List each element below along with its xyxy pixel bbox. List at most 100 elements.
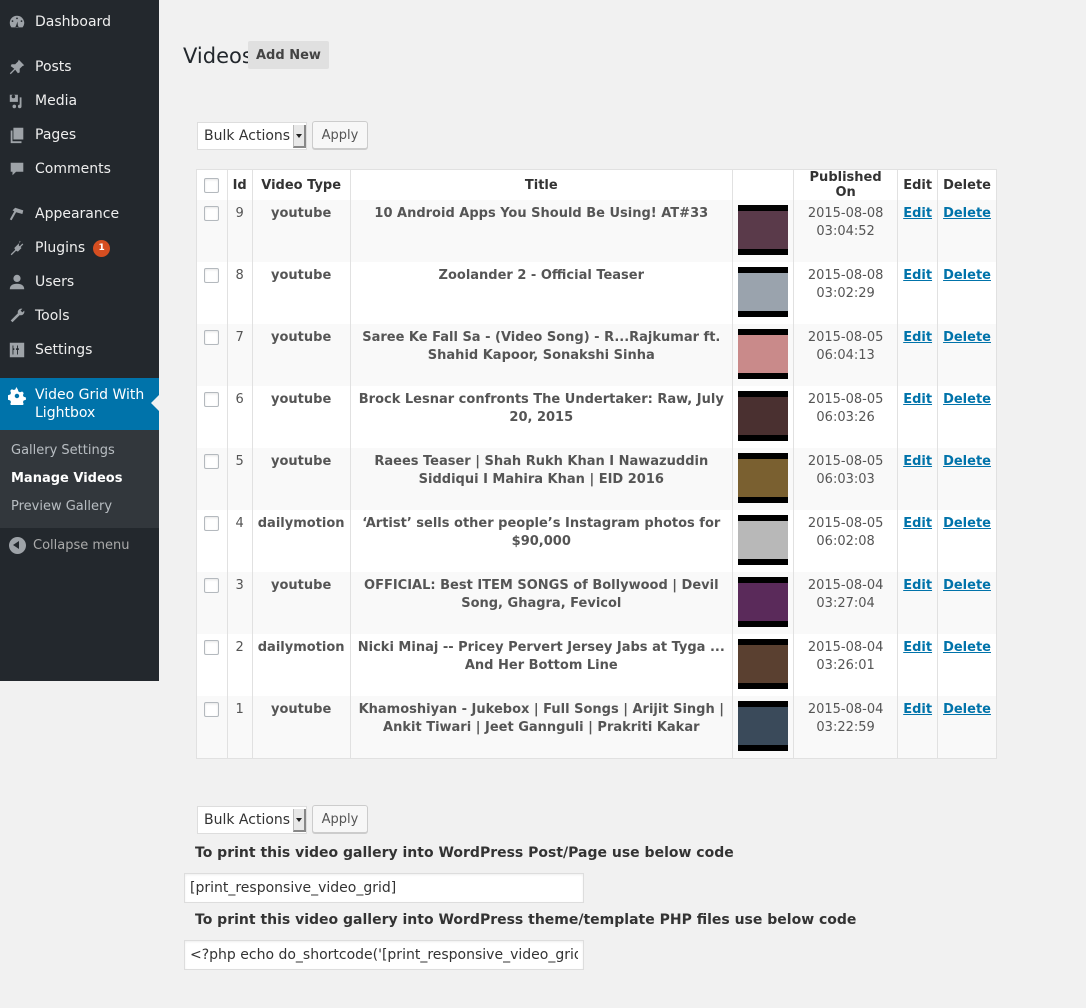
published-on: 2015-08-04 03:27:04 bbox=[793, 572, 898, 634]
video-thumbnail[interactable] bbox=[738, 701, 789, 751]
delete-cell: Delete bbox=[937, 386, 997, 448]
sidebar-item-media[interactable]: Media bbox=[0, 84, 159, 118]
edit-link[interactable]: Edit bbox=[903, 268, 932, 283]
delete-cell: Delete bbox=[937, 448, 997, 510]
sidebar-item-pages[interactable]: Pages bbox=[0, 118, 159, 152]
row-checkbox[interactable] bbox=[204, 268, 220, 283]
table-header-row: Id Video Type Title Published On Edit De… bbox=[196, 169, 997, 200]
sidebar-item-plugins[interactable]: Plugins 1 bbox=[0, 231, 159, 265]
edit-link[interactable]: Edit bbox=[903, 392, 932, 407]
select-all-header bbox=[196, 169, 228, 200]
published-date: 2015-08-05 bbox=[807, 330, 884, 345]
video-thumbnail[interactable] bbox=[738, 391, 789, 441]
table-row: 1 youtube Khamoshiyan - Jukebox | Full Son… bbox=[196, 696, 997, 758]
sidebar-item-label: Appearance bbox=[35, 206, 120, 222]
delete-cell: Delete bbox=[937, 324, 997, 386]
column-header-video-type[interactable]: Video Type bbox=[251, 169, 351, 200]
delete-link[interactable]: Delete bbox=[943, 640, 991, 655]
published-time: 06:04:13 bbox=[816, 348, 875, 363]
edit-link[interactable]: Edit bbox=[903, 578, 932, 593]
video-thumbnail[interactable] bbox=[738, 205, 789, 255]
row-checkbox[interactable] bbox=[204, 392, 220, 407]
delete-link[interactable]: Delete bbox=[943, 330, 991, 345]
delete-cell: Delete bbox=[937, 262, 997, 324]
column-header-id[interactable]: Id bbox=[226, 169, 253, 200]
delete-link[interactable]: Delete bbox=[943, 454, 991, 469]
edit-link[interactable]: Edit bbox=[903, 454, 932, 469]
published-time: 03:22:59 bbox=[816, 720, 875, 735]
video-thumbnail[interactable] bbox=[738, 577, 789, 627]
bulk-actions-select-bottom[interactable]: Bulk Actions bbox=[197, 806, 307, 834]
row-checkbox[interactable] bbox=[204, 206, 220, 221]
gear-icon bbox=[7, 386, 27, 406]
edit-link[interactable]: Edit bbox=[903, 640, 932, 655]
collapse-menu-button[interactable]: Collapse menu bbox=[0, 531, 159, 559]
submenu-preview-gallery[interactable]: Preview Gallery bbox=[0, 493, 159, 521]
video-thumbnail[interactable] bbox=[738, 639, 789, 689]
row-checkbox[interactable] bbox=[204, 640, 220, 655]
row-checkbox[interactable] bbox=[204, 702, 220, 717]
add-new-button[interactable]: Add New bbox=[248, 41, 329, 69]
apply-button-top[interactable]: Apply bbox=[312, 121, 368, 149]
row-select-cell bbox=[196, 448, 228, 510]
edit-link[interactable]: Edit bbox=[903, 206, 932, 221]
video-thumbnail[interactable] bbox=[738, 267, 789, 317]
video-type: youtube bbox=[251, 262, 351, 324]
sidebar-item-dashboard[interactable]: Dashboard bbox=[0, 5, 159, 39]
video-id: 6 bbox=[226, 386, 253, 448]
video-title: Khamoshiyan - Jukebox | Full Songs | Ari… bbox=[349, 696, 733, 758]
sidebar-item-label: Media bbox=[35, 93, 78, 109]
delete-link[interactable]: Delete bbox=[943, 702, 991, 717]
delete-link[interactable]: Delete bbox=[943, 516, 991, 531]
published-on: 2015-08-08 03:04:52 bbox=[793, 200, 898, 262]
php-shortcode-field[interactable] bbox=[184, 940, 584, 970]
submenu-manage-videos[interactable]: Manage Videos bbox=[0, 465, 159, 493]
sidebar-item-label: Settings bbox=[35, 342, 93, 358]
sidebar-item-appearance[interactable]: Appearance bbox=[0, 197, 159, 231]
thumbnail-image bbox=[738, 645, 789, 683]
sidebar-item-tools[interactable]: Tools bbox=[0, 299, 159, 333]
chevron-down-icon bbox=[293, 809, 306, 832]
apply-button-bottom[interactable]: Apply bbox=[312, 805, 368, 833]
video-thumbnail[interactable] bbox=[738, 453, 789, 503]
row-checkbox[interactable] bbox=[204, 330, 220, 345]
column-header-title[interactable]: Title bbox=[349, 169, 733, 200]
sidebar-item-label: Pages bbox=[35, 127, 77, 143]
edit-link[interactable]: Edit bbox=[903, 702, 932, 717]
published-date: 2015-08-04 bbox=[807, 702, 884, 717]
sidebar-item-posts[interactable]: Posts bbox=[0, 50, 159, 84]
edit-cell: Edit bbox=[897, 634, 938, 696]
delete-link[interactable]: Delete bbox=[943, 268, 991, 283]
published-time: 03:26:01 bbox=[816, 658, 875, 673]
sidebar-item-video-grid-with-lightbox[interactable]: Video Grid With Lightbox bbox=[0, 378, 159, 430]
video-type: youtube bbox=[251, 572, 351, 634]
row-checkbox[interactable] bbox=[204, 516, 220, 531]
video-thumbnail[interactable] bbox=[738, 329, 789, 379]
published-date: 2015-08-04 bbox=[807, 578, 884, 593]
published-on: 2015-08-04 03:26:01 bbox=[793, 634, 898, 696]
published-date: 2015-08-05 bbox=[807, 454, 884, 469]
row-checkbox[interactable] bbox=[204, 578, 220, 593]
column-header-published-on[interactable]: Published On bbox=[793, 169, 898, 200]
post-shortcode-field[interactable] bbox=[184, 873, 584, 903]
published-date: 2015-08-08 bbox=[807, 268, 884, 283]
bulk-actions-select-top[interactable]: Bulk Actions bbox=[197, 122, 307, 150]
table-row: 8 youtube Zoolander 2 - Official Teaser 201… bbox=[196, 262, 997, 324]
delete-link[interactable]: Delete bbox=[943, 392, 991, 407]
delete-link[interactable]: Delete bbox=[943, 206, 991, 221]
video-thumbnail[interactable] bbox=[738, 515, 789, 565]
edit-link[interactable]: Edit bbox=[903, 330, 932, 345]
dashboard-icon bbox=[7, 12, 27, 32]
delete-link[interactable]: Delete bbox=[943, 578, 991, 593]
sidebar-item-label: Dashboard bbox=[35, 14, 111, 30]
sidebar-item-comments[interactable]: Comments bbox=[0, 152, 159, 186]
sidebar-item-settings[interactable]: Settings bbox=[0, 333, 159, 367]
sidebar-item-users[interactable]: Users bbox=[0, 265, 159, 299]
select-all-checkbox[interactable] bbox=[204, 177, 220, 193]
chevron-down-icon bbox=[293, 125, 306, 148]
edit-link[interactable]: Edit bbox=[903, 516, 932, 531]
submenu-gallery-settings[interactable]: Gallery Settings bbox=[0, 437, 159, 465]
published-time: 06:03:26 bbox=[816, 410, 875, 425]
video-title: Nicki Minaj -- Pricey Pervert Jersey Jab… bbox=[349, 634, 733, 696]
row-checkbox[interactable] bbox=[204, 454, 220, 469]
